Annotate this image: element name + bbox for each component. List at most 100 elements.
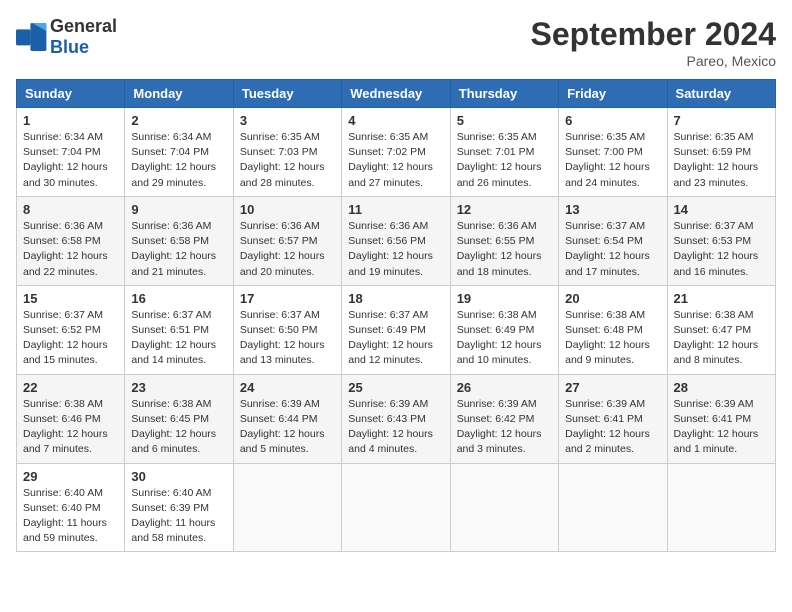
calendar-cell [667, 463, 775, 552]
calendar-cell: 9Sunrise: 6:36 AM Sunset: 6:58 PM Daylig… [125, 196, 233, 285]
day-info: Sunrise: 6:40 AM Sunset: 6:40 PM Dayligh… [23, 486, 118, 547]
calendar-table: SundayMondayTuesdayWednesdayThursdayFrid… [16, 79, 776, 552]
day-info: Sunrise: 6:35 AM Sunset: 7:00 PM Dayligh… [565, 130, 660, 191]
calendar-cell: 19Sunrise: 6:38 AM Sunset: 6:49 PM Dayli… [450, 285, 558, 374]
day-number: 30 [131, 469, 226, 484]
day-number: 27 [565, 380, 660, 395]
day-info: Sunrise: 6:37 AM Sunset: 6:51 PM Dayligh… [131, 308, 226, 369]
calendar-cell: 10 Sunrise: 6:36 AM Sunset: 6:57 PM Dayli… [233, 196, 341, 285]
calendar-cell: 15 Sunrise: 6:37 AM Sunset: 6:52 PM Dayli… [17, 285, 125, 374]
calendar-week-row: 15 Sunrise: 6:37 AM Sunset: 6:52 PM Dayli… [17, 285, 776, 374]
day-info: Sunrise: 6:38 AM Sunset: 6:46 PM Dayligh… [23, 397, 118, 458]
calendar-cell: 16Sunrise: 6:37 AM Sunset: 6:51 PM Dayli… [125, 285, 233, 374]
calendar-cell: 25 Sunrise: 6:39 AM Sunset: 6:43 PM Dayli… [342, 374, 450, 463]
day-info: Sunrise: 6:35 AM Sunset: 6:59 PM Dayligh… [674, 130, 769, 191]
calendar-cell [559, 463, 667, 552]
calendar-cell: 24 Sunrise: 6:39 AM Sunset: 6:44 PM Dayli… [233, 374, 341, 463]
day-number: 3 [240, 113, 335, 128]
logo: General Blue [16, 16, 117, 58]
day-number: 7 [674, 113, 769, 128]
day-number: 25 [348, 380, 443, 395]
day-number: 26 [457, 380, 552, 395]
calendar-cell: 21 Sunrise: 6:38 AM Sunset: 6:47 PM Dayli… [667, 285, 775, 374]
title-block: September 2024 Pareo, Mexico [531, 16, 776, 69]
logo-general-text: General [50, 16, 117, 36]
day-number: 21 [674, 291, 769, 306]
weekday-header-monday: Monday [125, 80, 233, 108]
day-info: Sunrise: 6:35 AM Sunset: 7:03 PM Dayligh… [240, 130, 335, 191]
calendar-week-row: 29 Sunrise: 6:40 AM Sunset: 6:40 PM Dayli… [17, 463, 776, 552]
day-number: 12 [457, 202, 552, 217]
day-number: 24 [240, 380, 335, 395]
calendar-cell: 8 Sunrise: 6:36 AM Sunset: 6:58 PM Daylig… [17, 196, 125, 285]
day-info: Sunrise: 6:36 AM Sunset: 6:56 PM Dayligh… [348, 219, 443, 280]
day-number: 18 [348, 291, 443, 306]
calendar-cell: 4 Sunrise: 6:35 AM Sunset: 7:02 PM Daylig… [342, 108, 450, 197]
day-number: 2 [131, 113, 226, 128]
day-info: Sunrise: 6:38 AM Sunset: 6:47 PM Dayligh… [674, 308, 769, 369]
calendar-cell [233, 463, 341, 552]
calendar-cell: 12Sunrise: 6:36 AM Sunset: 6:55 PM Dayli… [450, 196, 558, 285]
day-info: Sunrise: 6:35 AM Sunset: 7:02 PM Dayligh… [348, 130, 443, 191]
day-info: Sunrise: 6:38 AM Sunset: 6:45 PM Dayligh… [131, 397, 226, 458]
day-info: Sunrise: 6:37 AM Sunset: 6:50 PM Dayligh… [240, 308, 335, 369]
calendar-week-row: 8 Sunrise: 6:36 AM Sunset: 6:58 PM Daylig… [17, 196, 776, 285]
calendar-cell: 5Sunrise: 6:35 AM Sunset: 7:01 PM Daylig… [450, 108, 558, 197]
day-info: Sunrise: 6:35 AM Sunset: 7:01 PM Dayligh… [457, 130, 552, 191]
weekday-header-tuesday: Tuesday [233, 80, 341, 108]
weekday-header-thursday: Thursday [450, 80, 558, 108]
weekday-header-wednesday: Wednesday [342, 80, 450, 108]
logo-blue-text: Blue [50, 37, 89, 57]
day-info: Sunrise: 6:36 AM Sunset: 6:58 PM Dayligh… [23, 219, 118, 280]
calendar-week-row: 1Sunrise: 6:34 AM Sunset: 7:04 PM Daylig… [17, 108, 776, 197]
day-number: 15 [23, 291, 118, 306]
calendar-cell: 28 Sunrise: 6:39 AM Sunset: 6:41 PM Dayli… [667, 374, 775, 463]
calendar-cell: 2 Sunrise: 6:34 AM Sunset: 7:04 PM Daylig… [125, 108, 233, 197]
day-number: 20 [565, 291, 660, 306]
weekday-header-row: SundayMondayTuesdayWednesdayThursdayFrid… [17, 80, 776, 108]
day-info: Sunrise: 6:37 AM Sunset: 6:53 PM Dayligh… [674, 219, 769, 280]
day-number: 23 [131, 380, 226, 395]
day-number: 13 [565, 202, 660, 217]
day-number: 29 [23, 469, 118, 484]
location: Pareo, Mexico [531, 53, 776, 69]
day-info: Sunrise: 6:40 AM Sunset: 6:39 PM Dayligh… [131, 486, 226, 547]
day-number: 6 [565, 113, 660, 128]
logo-icon [16, 23, 48, 51]
calendar-cell [342, 463, 450, 552]
day-info: Sunrise: 6:39 AM Sunset: 6:44 PM Dayligh… [240, 397, 335, 458]
day-number: 8 [23, 202, 118, 217]
day-info: Sunrise: 6:39 AM Sunset: 6:43 PM Dayligh… [348, 397, 443, 458]
weekday-header-friday: Friday [559, 80, 667, 108]
day-info: Sunrise: 6:39 AM Sunset: 6:41 PM Dayligh… [565, 397, 660, 458]
calendar-cell: 29 Sunrise: 6:40 AM Sunset: 6:40 PM Dayli… [17, 463, 125, 552]
day-info: Sunrise: 6:34 AM Sunset: 7:04 PM Dayligh… [23, 130, 118, 191]
day-info: Sunrise: 6:37 AM Sunset: 6:49 PM Dayligh… [348, 308, 443, 369]
calendar-cell: 3 Sunrise: 6:35 AM Sunset: 7:03 PM Daylig… [233, 108, 341, 197]
day-info: Sunrise: 6:34 AM Sunset: 7:04 PM Dayligh… [131, 130, 226, 191]
day-info: Sunrise: 6:36 AM Sunset: 6:57 PM Dayligh… [240, 219, 335, 280]
day-number: 4 [348, 113, 443, 128]
page-header: General Blue September 2024 Pareo, Mexic… [16, 16, 776, 69]
day-number: 11 [348, 202, 443, 217]
day-number: 9 [131, 202, 226, 217]
calendar-cell: 7 Sunrise: 6:35 AM Sunset: 6:59 PM Daylig… [667, 108, 775, 197]
calendar-cell: 14Sunrise: 6:37 AM Sunset: 6:53 PM Dayli… [667, 196, 775, 285]
day-info: Sunrise: 6:38 AM Sunset: 6:48 PM Dayligh… [565, 308, 660, 369]
calendar-cell: 23 Sunrise: 6:38 AM Sunset: 6:45 PM Dayli… [125, 374, 233, 463]
day-info: Sunrise: 6:39 AM Sunset: 6:42 PM Dayligh… [457, 397, 552, 458]
calendar-cell: 18 Sunrise: 6:37 AM Sunset: 6:49 PM Dayli… [342, 285, 450, 374]
weekday-header-saturday: Saturday [667, 80, 775, 108]
weekday-header-sunday: Sunday [17, 80, 125, 108]
day-number: 10 [240, 202, 335, 217]
day-number: 28 [674, 380, 769, 395]
calendar-cell [450, 463, 558, 552]
day-number: 19 [457, 291, 552, 306]
calendar-cell: 17Sunrise: 6:37 AM Sunset: 6:50 PM Dayli… [233, 285, 341, 374]
calendar-cell: 13Sunrise: 6:37 AM Sunset: 6:54 PM Dayli… [559, 196, 667, 285]
calendar-cell: 20 Sunrise: 6:38 AM Sunset: 6:48 PM Dayli… [559, 285, 667, 374]
day-info: Sunrise: 6:37 AM Sunset: 6:52 PM Dayligh… [23, 308, 118, 369]
day-info: Sunrise: 6:39 AM Sunset: 6:41 PM Dayligh… [674, 397, 769, 458]
calendar-cell: 26 Sunrise: 6:39 AM Sunset: 6:42 PM Dayli… [450, 374, 558, 463]
calendar-cell: 6 Sunrise: 6:35 AM Sunset: 7:00 PM Daylig… [559, 108, 667, 197]
